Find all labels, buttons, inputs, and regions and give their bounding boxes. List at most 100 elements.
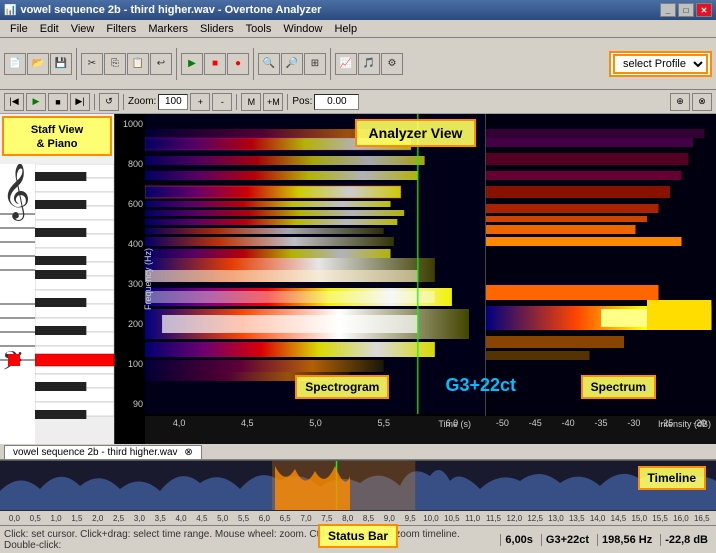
y-label-100: 100 <box>115 359 145 369</box>
play-button[interactable]: ▶ <box>181 53 203 75</box>
tl-0: 0,0 <box>4 514 25 523</box>
toolbar-analysis-group: 📈 🎵 ⚙ <box>335 53 403 75</box>
open-button[interactable]: 📂 <box>27 53 49 75</box>
tl-150: 15,0 <box>629 514 650 523</box>
tl-160: 16,0 <box>671 514 692 523</box>
tb2-pos-input[interactable] <box>314 94 359 110</box>
toolbar-edit-group: ✂ ⎘ 📋 ↩ <box>81 53 172 75</box>
maximize-button[interactable]: □ <box>678 3 694 17</box>
timeline-waveform[interactable] <box>0 461 716 510</box>
file-tab-item[interactable]: vowel sequence 2b - third higher.wav ⊗ <box>4 445 202 459</box>
settings-btn[interactable]: ⚙ <box>381 53 403 75</box>
tl-105: 10,5 <box>441 514 462 523</box>
y-label-400: 400 <box>115 239 145 249</box>
file-tab-bar: vowel sequence 2b - third higher.wav ⊗ <box>0 444 716 460</box>
main-area: Staff View & Piano 𝄞 𝄢 <box>0 114 716 444</box>
fit-button[interactable]: ⊞ <box>304 53 326 75</box>
tb2-extra-2[interactable]: ⊗ <box>692 93 712 111</box>
menu-window[interactable]: Window <box>277 22 328 36</box>
toolbar: 📄 📂 💾 ✂ ⎘ 📋 ↩ ▶ ■ ● 🔍 🔎 ⊞ 📈 🎵 ⚙ select P… <box>0 38 716 90</box>
y-label-200: 200 <box>115 319 145 329</box>
profile-dropdown[interactable]: select Profile <box>613 54 708 74</box>
toolbar-sep-3 <box>253 48 254 80</box>
paste-button[interactable]: 📋 <box>127 53 149 75</box>
analyzer-panel: Analyzer View 1000 800 600 400 300 200 1… <box>115 114 716 444</box>
status-hint-text: Click: set cursor. Click+drag: select ti… <box>4 529 496 551</box>
tl-95: 9,5 <box>400 514 421 523</box>
x-axis-spectrogram: 4,0 4,5 5,0 5,5 6,0 <box>145 416 486 444</box>
cut-button[interactable]: ✂ <box>81 53 103 75</box>
record-button[interactable]: ● <box>227 53 249 75</box>
piano-keys-svg <box>35 164 114 444</box>
status-freq: 198,56 Hz <box>597 534 656 546</box>
stop-button[interactable]: ■ <box>204 53 226 75</box>
menu-edit[interactable]: Edit <box>34 22 65 36</box>
timeline-time-labels: 0,0 0,5 1,0 1,5 2,0 2,5 3,0 3,5 4,0 4,5 … <box>0 511 716 525</box>
tb2-pos-label: Pos: <box>292 96 312 107</box>
tb2-play-button[interactable]: ▶ <box>26 93 46 111</box>
timeline-label: Timeline <box>638 466 706 490</box>
toolbar-sep-2 <box>176 48 177 80</box>
tb2-zoom-out2[interactable]: - <box>212 93 232 111</box>
zoom-out-button[interactable]: 🔎 <box>281 53 303 75</box>
x-axis-time-label: Time (s) <box>438 419 471 429</box>
spectrum-intensity-label: Intensity (dB) <box>658 419 711 429</box>
tb2-marker-button[interactable]: M <box>241 93 261 111</box>
tb2-stop-button[interactable]: ■ <box>48 93 68 111</box>
g3-note-label: G3+22ct <box>445 375 516 396</box>
copy-button[interactable]: ⎘ <box>104 53 126 75</box>
spectrogram-area <box>145 114 486 414</box>
status-level: -22,8 dB <box>660 534 712 546</box>
note-marker <box>8 354 20 366</box>
tl-65: 6,5 <box>275 514 296 523</box>
menu-markers[interactable]: Markers <box>142 22 194 36</box>
y-axis-title: Frequency (Hz) <box>143 248 153 310</box>
tb2-extra-1[interactable]: ⊕ <box>670 93 690 111</box>
tb2-sep-4 <box>287 94 288 110</box>
save-button[interactable]: 💾 <box>50 53 72 75</box>
spectrogram-btn[interactable]: 🎵 <box>358 53 380 75</box>
tl-55: 5,5 <box>233 514 254 523</box>
tl-130: 13,0 <box>546 514 567 523</box>
titlebar: 📊 vowel sequence 2b - third higher.wav -… <box>0 0 716 20</box>
menu-view[interactable]: View <box>65 22 101 36</box>
spectrum-btn[interactable]: 📈 <box>335 53 357 75</box>
undo-button[interactable]: ↩ <box>150 53 172 75</box>
toolbar-view-group: 🔍 🔎 ⊞ <box>258 53 326 75</box>
y-label-1000: 1000 <box>115 119 145 129</box>
tb2-loop-button[interactable]: ↺ <box>99 93 119 111</box>
y-label-300: 300 <box>115 279 145 289</box>
tl-45: 4,5 <box>191 514 212 523</box>
tb2-zoom-in2[interactable]: + <box>190 93 210 111</box>
menu-tools[interactable]: Tools <box>240 22 278 36</box>
tl-120: 12,0 <box>504 514 525 523</box>
sp-x-45: -45 <box>519 418 552 428</box>
menubar: File Edit View Filters Markers Sliders T… <box>0 20 716 38</box>
minimize-button[interactable]: _ <box>660 3 676 17</box>
tl-155: 15,5 <box>650 514 671 523</box>
tl-100: 10,0 <box>421 514 442 523</box>
tl-25: 2,5 <box>108 514 129 523</box>
menu-sliders[interactable]: Sliders <box>194 22 240 36</box>
tb2-prev-button[interactable]: |◀ <box>4 93 24 111</box>
menu-help[interactable]: Help <box>328 22 363 36</box>
tb2-zoom-input[interactable] <box>158 94 188 110</box>
staff-piano-panel: Staff View & Piano 𝄞 𝄢 <box>0 114 115 444</box>
tb2-mark-add[interactable]: +M <box>263 93 283 111</box>
file-tab-close[interactable]: ⊗ <box>184 447 192 458</box>
status-note: G3+22ct <box>541 534 593 546</box>
zoom-in-button[interactable]: 🔍 <box>258 53 280 75</box>
toolbar-sep-1 <box>76 48 77 80</box>
new-button[interactable]: 📄 <box>4 53 26 75</box>
tl-40: 4,0 <box>171 514 192 523</box>
menu-filters[interactable]: Filters <box>100 22 142 36</box>
menu-file[interactable]: File <box>4 22 34 36</box>
close-button[interactable]: ✕ <box>696 3 712 17</box>
titlebar-title: vowel sequence 2b - third higher.wav - O… <box>20 4 321 16</box>
spectrum-area <box>486 114 716 414</box>
tl-135: 13,5 <box>566 514 587 523</box>
tb2-next-button[interactable]: ▶| <box>70 93 90 111</box>
tl-05: 0,5 <box>25 514 46 523</box>
tl-35: 3,5 <box>150 514 171 523</box>
tl-145: 14,5 <box>608 514 629 523</box>
